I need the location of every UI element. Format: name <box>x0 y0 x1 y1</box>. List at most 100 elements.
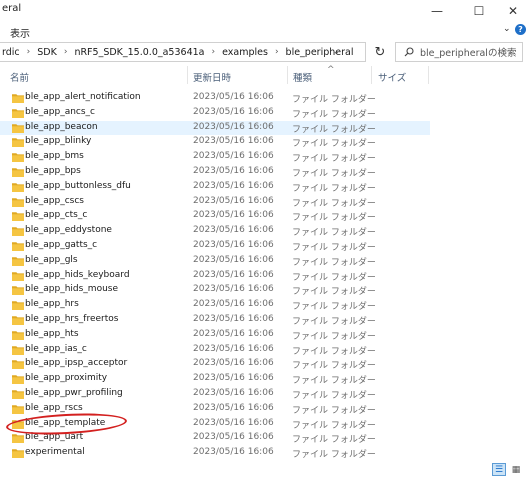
file-date: 2023/05/16 16:06 <box>193 195 274 206</box>
list-item[interactable]: ble_app_cts_c 2023/05/16 16:06 ファイル フォルダー <box>0 209 430 224</box>
folder-icon <box>12 434 24 444</box>
breadcrumb-item[interactable]: SDK <box>37 47 57 58</box>
file-date: 2023/05/16 16:06 <box>193 417 274 428</box>
list-item[interactable]: ble_app_hts 2023/05/16 16:06 ファイル フォルダー <box>0 328 430 343</box>
list-item[interactable]: ble_app_hids_keyboard 2023/05/16 16:06 ファイ… <box>0 269 430 284</box>
column-headers: 名前 更新日時 種類 ^ サイズ <box>0 65 528 84</box>
breadcrumb: rdic › SDK › nRF5_SDK_15.0.0_a53641a › e… <box>0 47 354 58</box>
breadcrumb-item[interactable]: nRF5_SDK_15.0.0_a53641a <box>74 47 204 58</box>
list-item[interactable]: ble_app_alert_notification 2023/05/16 16:… <box>0 91 430 106</box>
chevron-right-icon[interactable]: › <box>275 47 279 57</box>
close-button[interactable]: ✕ <box>496 0 528 22</box>
folder-icon <box>12 375 24 385</box>
file-name: ble_app_pwr_profiling <box>25 387 123 398</box>
folder-icon <box>12 182 24 192</box>
expand-ribbon-button[interactable]: ⌄ <box>503 24 511 34</box>
file-date: 2023/05/16 16:06 <box>193 165 274 176</box>
file-date: 2023/05/16 16:06 <box>193 313 274 324</box>
list-item[interactable]: ble_app_beacon 2023/05/16 16:06 ファイル フォルダー <box>0 120 430 136</box>
file-name: ble_app_hrs <box>25 299 79 310</box>
search-icon <box>404 47 414 57</box>
file-date: 2023/05/16 16:06 <box>193 387 274 398</box>
file-name: ble_app_proximity <box>25 373 108 384</box>
file-name: ble_app_bps <box>25 165 81 176</box>
file-date: 2023/05/16 16:06 <box>193 210 274 221</box>
file-type: ファイル フォルダー <box>292 183 376 194</box>
list-item[interactable]: ble_app_proximity 2023/05/16 16:06 ファイル フォ… <box>0 372 430 387</box>
file-type: ファイル フォルダー <box>292 435 376 446</box>
file-date: 2023/05/16 16:06 <box>193 373 274 384</box>
list-item[interactable]: ble_app_ias_c 2023/05/16 16:06 ファイル フォルダー <box>0 343 430 358</box>
column-divider[interactable] <box>371 66 372 84</box>
column-header-type[interactable]: 種類 <box>293 70 312 84</box>
list-item[interactable]: ble_app_bms 2023/05/16 16:06 ファイル フォルダー <box>0 150 430 165</box>
chevron-right-icon[interactable]: › <box>211 47 215 57</box>
breadcrumb-item[interactable]: examples <box>222 47 268 58</box>
minimize-button[interactable]: — <box>420 0 454 22</box>
file-name: ble_app_buttonless_dfu <box>25 180 131 191</box>
folder-icon <box>12 404 24 414</box>
folder-icon <box>12 242 24 251</box>
column-header-size[interactable]: サイズ <box>378 70 406 84</box>
list-item[interactable]: ble_app_hids_mouse 2023/05/16 16:06 ファイル フ… <box>0 283 430 298</box>
folder-icon <box>12 94 24 103</box>
file-date: 2023/05/16 16:06 <box>193 328 274 339</box>
breadcrumb-item[interactable]: ble_peripheral <box>286 47 354 58</box>
folder-icon <box>12 301 24 311</box>
list-item[interactable]: experimental 2023/05/16 16:06 ファイル フォルダー <box>0 446 430 461</box>
list-item[interactable]: ble_app_hrs 2023/05/16 16:06 ファイル フォルダー <box>0 298 430 313</box>
file-date: 2023/05/16 16:06 <box>193 239 274 250</box>
refresh-button[interactable]: ↻ <box>368 42 392 62</box>
list-item[interactable]: ble_app_gatts_c 2023/05/16 16:06 ファイル フォルダ… <box>0 239 430 254</box>
file-date: 2023/05/16 16:06 <box>193 254 274 265</box>
search-input[interactable]: ble_peripheralの検索 <box>420 45 516 59</box>
chevron-right-icon[interactable]: › <box>27 47 31 57</box>
list-item[interactable]: ble_app_ipsp_acceptor 2023/05/16 16:06 ファイ… <box>0 357 430 372</box>
breadcrumb-item[interactable]: rdic <box>2 47 20 58</box>
folder-icon <box>12 168 24 177</box>
tiles-view-button[interactable]: ▦ <box>509 463 523 476</box>
folder-icon <box>12 449 24 459</box>
menu-view[interactable]: 表示 <box>10 25 30 40</box>
column-header-name[interactable]: 名前 <box>10 70 29 84</box>
folder-icon <box>12 256 24 266</box>
help-icon[interactable]: ? <box>515 24 526 35</box>
maximize-button[interactable]: ☐ <box>462 0 496 22</box>
file-type: ファイル フォルダー <box>292 272 376 283</box>
folder-icon <box>12 286 24 296</box>
file-type: ファイル フォルダー <box>292 242 376 253</box>
file-type: ファイル フォルダー <box>292 154 376 165</box>
folder-icon <box>12 360 24 370</box>
file-date: 2023/05/16 16:06 <box>193 358 274 369</box>
file-name: ble_app_alert_notification <box>25 92 141 102</box>
list-item[interactable]: ble_app_buttonless_dfu 2023/05/16 16:06 ファ… <box>0 180 430 195</box>
file-name: ble_app_ancs_c <box>25 106 95 117</box>
list-item[interactable]: ble_app_hrs_freertos 2023/05/16 16:06 ファイル… <box>0 313 430 328</box>
column-divider[interactable] <box>287 66 288 84</box>
list-item[interactable]: ble_app_bps 2023/05/16 16:06 ファイル フォルダー <box>0 165 430 180</box>
file-type: ファイル フォルダー <box>292 124 376 135</box>
file-name: ble_app_hids_mouse <box>25 284 119 295</box>
chevron-right-icon[interactable]: › <box>64 47 68 57</box>
details-view-button[interactable]: ☰ <box>492 463 506 476</box>
list-item[interactable]: ble_app_cscs 2023/05/16 16:06 ファイル フォルダー <box>0 195 430 210</box>
address-bar[interactable]: rdic › SDK › nRF5_SDK_15.0.0_a53641a › e… <box>0 42 366 62</box>
file-date: 2023/05/16 16:06 <box>193 343 274 354</box>
list-item[interactable]: ble_app_pwr_profiling 2023/05/16 16:06 ファイ… <box>0 387 430 402</box>
search-box[interactable]: ble_peripheralの検索 <box>395 42 523 62</box>
list-item[interactable]: ble_app_blinky 2023/05/16 16:06 ファイル フォルダー <box>0 135 430 150</box>
column-divider[interactable] <box>428 66 429 84</box>
menu-bar: 表示 ⌄ ? <box>0 22 528 40</box>
file-name: ble_app_blinky <box>25 136 92 147</box>
address-dropdown-button[interactable]: ⌄ <box>333 47 340 56</box>
file-type: ファイル フォルダー <box>292 302 376 313</box>
list-item[interactable]: ble_app_gls 2023/05/16 16:06 ファイル フォルダー <box>0 254 430 269</box>
column-header-modified[interactable]: 更新日時 <box>193 70 231 84</box>
file-date: 2023/05/16 16:06 <box>193 121 274 132</box>
list-item[interactable]: ble_app_eddystone 2023/05/16 16:06 ファイル フォ… <box>0 224 430 239</box>
file-name: ble_app_bms <box>25 151 84 162</box>
folder-icon <box>12 227 24 237</box>
file-date: 2023/05/16 16:06 <box>193 284 274 295</box>
list-item[interactable]: ble_app_ancs_c 2023/05/16 16:06 ファイル フォルダー <box>0 106 430 121</box>
column-divider[interactable] <box>187 66 188 84</box>
